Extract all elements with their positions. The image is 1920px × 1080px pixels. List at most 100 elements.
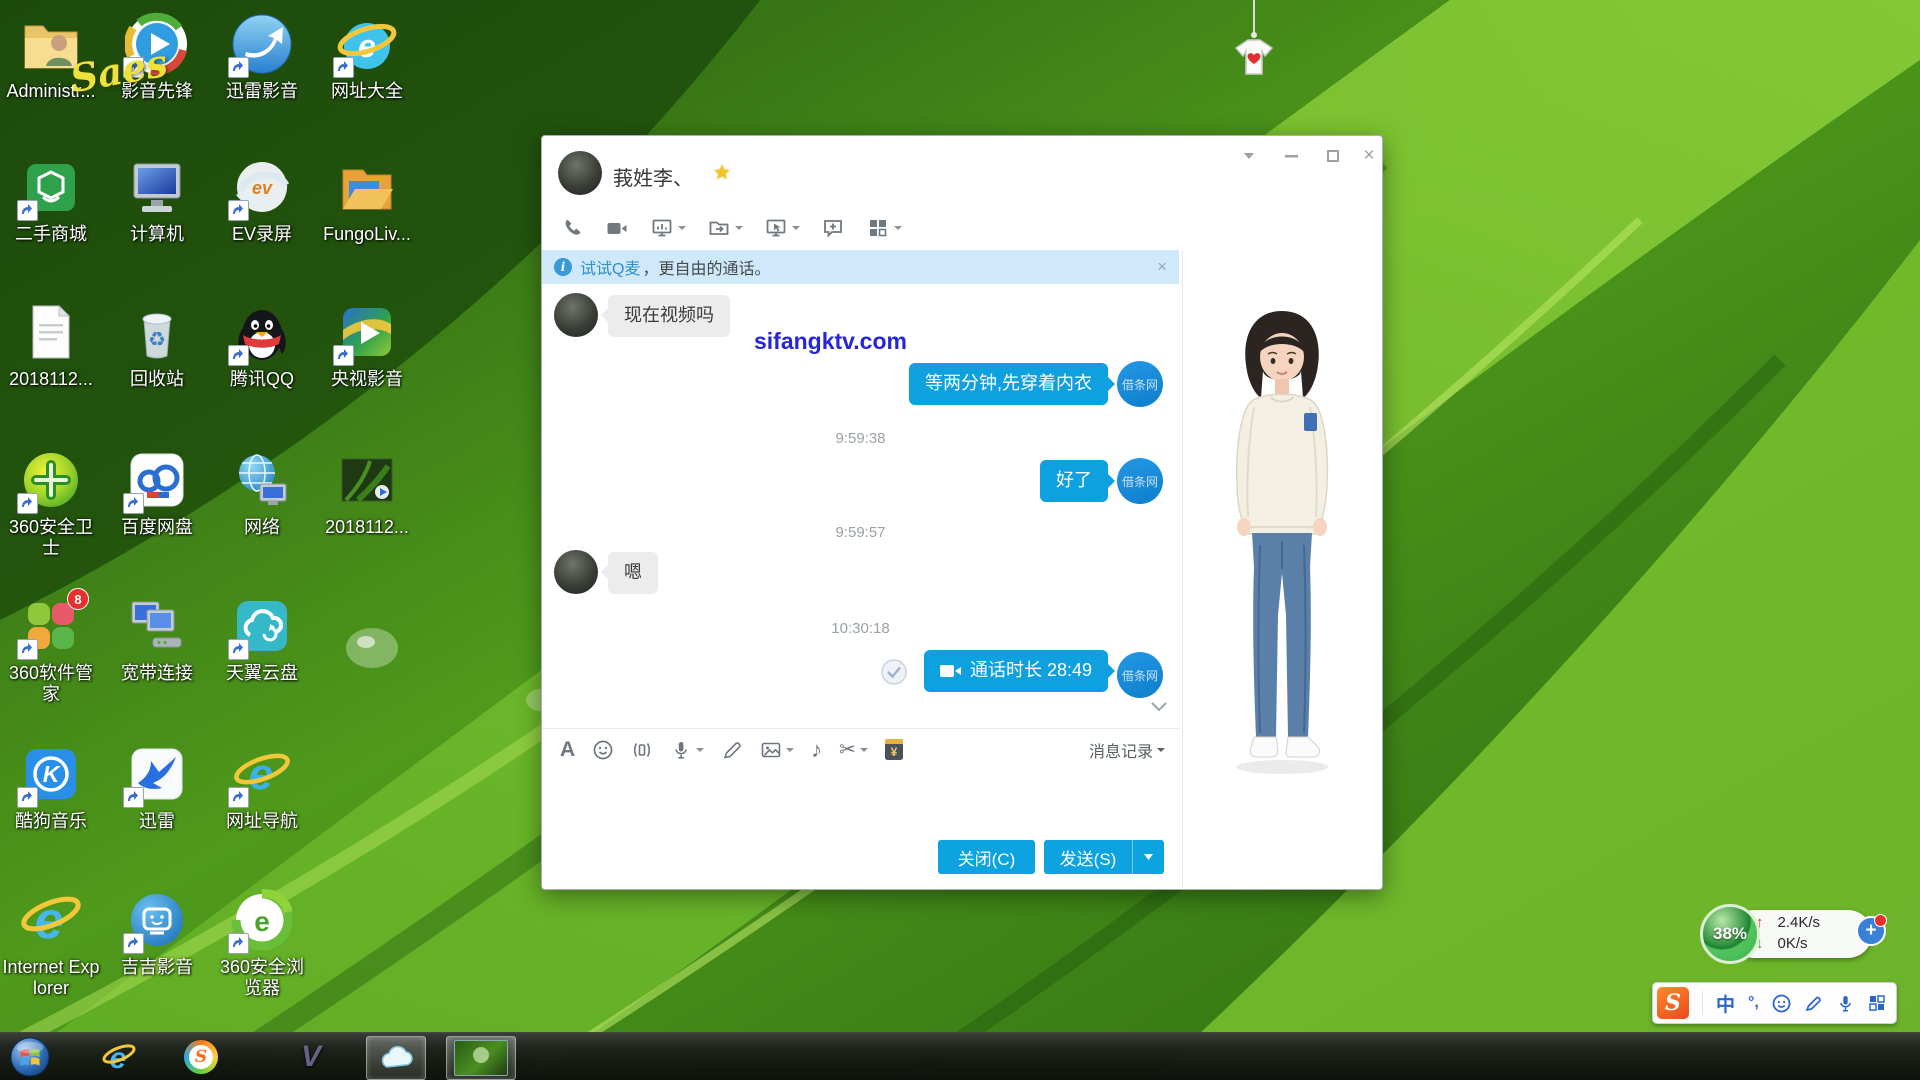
incoming-avatar[interactable] — [554, 550, 598, 594]
scroll-down-chevron-icon[interactable] — [1151, 702, 1167, 712]
message-timestamp: 9:59:38 — [542, 430, 1179, 447]
ime-handwrite-icon[interactable] — [1804, 994, 1823, 1013]
self-avatar[interactable]: 借条网 — [1117, 652, 1163, 698]
360-safe-icon — [19, 448, 83, 512]
send-button[interactable]: 发送(S) — [1044, 840, 1133, 874]
taskbar-ie-button[interactable]: e — [92, 1036, 146, 1078]
360-software-manager-icon: 8 — [19, 594, 83, 658]
emoji-icon[interactable] — [592, 739, 614, 761]
message-input-field[interactable] — [542, 770, 1179, 840]
close-chat-button[interactable]: 关闭(C) — [938, 840, 1035, 874]
handwrite-icon[interactable] — [721, 739, 743, 761]
create-group-icon[interactable] — [821, 216, 845, 240]
close-window-button[interactable]: × — [1356, 144, 1382, 168]
start-button[interactable] — [6, 1036, 54, 1078]
desktop-icon-computer[interactable]: 计算机 — [108, 155, 206, 245]
window-menu-button[interactable] — [1236, 144, 1262, 168]
send-image-icon[interactable] — [760, 739, 794, 761]
voice-call-icon[interactable] — [560, 216, 584, 240]
desktop-icon-jiji-yingyin[interactable]: 吉吉影音 — [108, 888, 206, 978]
desktop-icon-baidu-netdisk[interactable]: 百度网盘 — [108, 448, 206, 538]
self-avatar[interactable]: 借条网 — [1117, 361, 1163, 407]
desktop-icon-label: 2018112... — [325, 517, 409, 538]
video-call-icon[interactable] — [605, 216, 629, 240]
qmic-link[interactable]: 试试Q麦 — [580, 255, 640, 279]
screenshot-scissors-icon[interactable]: ✂ — [839, 737, 868, 762]
remote-desktop-icon[interactable] — [764, 216, 800, 240]
taskbar-cloud-app-button[interactable] — [366, 1036, 426, 1080]
chat-titlebar: 莪姓李、 ★ × — [542, 136, 1382, 206]
send-file-icon[interactable] — [707, 216, 743, 240]
jiji-yingyin-icon — [125, 888, 189, 952]
desktop-icon-kugou[interactable]: K 酷狗音乐 — [2, 742, 100, 832]
ime-punctuation-toggle[interactable]: °, — [1748, 994, 1759, 1012]
peer-profile-avatar[interactable] — [558, 151, 602, 195]
desktop-icon-label: 腾讯QQ — [230, 369, 294, 390]
desktop-icon-wangzhi-daohang[interactable]: e 网址导航 — [213, 742, 311, 832]
send-options-caret-button[interactable] — [1133, 840, 1164, 874]
desktop: Saes Administr... 影音先锋 — [0, 0, 1920, 1080]
ime-mode-chinese[interactable]: 中 — [1716, 990, 1735, 1017]
net-speed-monitor[interactable]: ↑ 2.4K/s ↓ 0K/s 38% + — [1700, 902, 1896, 968]
desktop-icon-wangzhi-daquan[interactable]: e 网址大全 — [318, 12, 416, 102]
ime-voice-icon[interactable] — [1836, 994, 1855, 1013]
memory-usage-ball[interactable]: 38% — [1700, 904, 1760, 964]
input-toolbar: A ♪ ✂ ¥ 消息记录 — [542, 728, 1179, 770]
desktop-icon-fungoliv[interactable]: FungoLiv... — [318, 155, 416, 245]
ime-toolbox-icon[interactable] — [1868, 994, 1886, 1012]
upload-row: ↑ 2.4K/s — [1756, 914, 1856, 931]
desktop-icon-tencent-qq[interactable]: 腾讯QQ — [213, 300, 311, 390]
font-format-icon[interactable]: A — [560, 738, 575, 762]
call-record-bubble[interactable]: 通话时长 28:49 — [924, 650, 1108, 692]
sogou-logo-icon[interactable]: S — [1657, 987, 1689, 1019]
desktop-icon-text-document[interactable]: 2018112... — [2, 300, 100, 390]
ime-emoji-icon[interactable] — [1772, 994, 1791, 1013]
incoming-avatar[interactable] — [554, 293, 598, 337]
delivered-check-icon — [880, 658, 908, 686]
taskbar: e S V S 69°C CPU温度 — [0, 1032, 1920, 1080]
message-history-button[interactable]: 消息记录 — [1089, 729, 1165, 771]
taskbar-v-app-button[interactable]: V — [284, 1036, 338, 1078]
desktop-icon-label: 360安全浏览器 — [213, 957, 311, 999]
screen-demo-icon[interactable] — [650, 216, 686, 240]
desktop-icon-label: FungoLiv... — [323, 224, 411, 245]
notice-close-icon[interactable]: × — [1157, 257, 1167, 277]
apps-grid-icon[interactable] — [866, 216, 902, 240]
red-envelope-icon[interactable]: ¥ — [885, 739, 903, 760]
desktop-icon-label: 酷狗音乐 — [15, 811, 87, 832]
dropdown-caret-icon — [786, 748, 794, 756]
taskbar-sogou-browser-button[interactable]: S — [174, 1036, 228, 1078]
desktop-icon-label: 360软件管家 — [2, 663, 100, 705]
desktop-icon-video-file[interactable]: 2018112... — [318, 448, 416, 538]
voice-message-icon[interactable] — [670, 739, 704, 761]
accelerate-plus-button[interactable]: + — [1856, 916, 1886, 946]
desktop-icon-broadband[interactable]: 宽带连接 — [108, 594, 206, 684]
qq-show-girl-avatar — [1216, 305, 1348, 785]
maximize-button[interactable] — [1320, 144, 1346, 168]
computer-icon — [125, 155, 189, 219]
desktop-icon-360-safe[interactable]: 360安全卫士 — [2, 448, 100, 559]
music-icon[interactable]: ♪ — [811, 737, 822, 763]
desktop-icon-yangshi-yingyin[interactable]: 央视影音 — [318, 300, 416, 390]
chat-peer-name: 莪姓李、 — [613, 162, 693, 191]
desktop-icon-xunlei[interactable]: 迅雷 — [108, 742, 206, 832]
desktop-icon-360-browser[interactable]: e 360安全浏览器 — [213, 888, 311, 999]
self-avatar[interactable]: 借条网 — [1117, 458, 1163, 504]
taskbar-running-photo-app-button[interactable] — [446, 1036, 516, 1080]
window-shake-icon[interactable] — [631, 739, 653, 761]
recycle-bin-icon: ♻ — [125, 300, 189, 364]
desktop-icon-xunlei-yingyin[interactable]: 迅雷影音 — [213, 12, 311, 102]
video-file-icon — [335, 448, 399, 512]
desktop-icon-ershou-shangcheng[interactable]: 二手商城 — [2, 155, 100, 245]
desktop-icon-tianyi-cloud[interactable]: 天翼云盘 — [213, 594, 311, 684]
qmic-notice-bar: i 试试Q麦 ，更自由的通话。 × — [542, 250, 1179, 284]
qq-chat-window: 莪姓李、 ★ × i 试试Q麦 ，更自由的通话。 × 现在视频吗 sifangk… — [541, 135, 1383, 890]
desktop-icon-ev-luping[interactable]: ev EV录屏 — [213, 155, 311, 245]
shortcut-arrow-icon — [228, 933, 249, 954]
desktop-icon-network[interactable]: 网络 — [213, 448, 311, 538]
desktop-icon-internet-explorer[interactable]: e Internet Explorer — [2, 888, 100, 999]
desktop-icon-360-manager[interactable]: 8 360软件管家 — [2, 594, 100, 705]
desktop-icon-recycle-bin[interactable]: ♻ 回收站 — [108, 300, 206, 390]
minimize-button[interactable] — [1278, 144, 1304, 168]
avatar-watermark: 借条网 — [1122, 473, 1158, 490]
